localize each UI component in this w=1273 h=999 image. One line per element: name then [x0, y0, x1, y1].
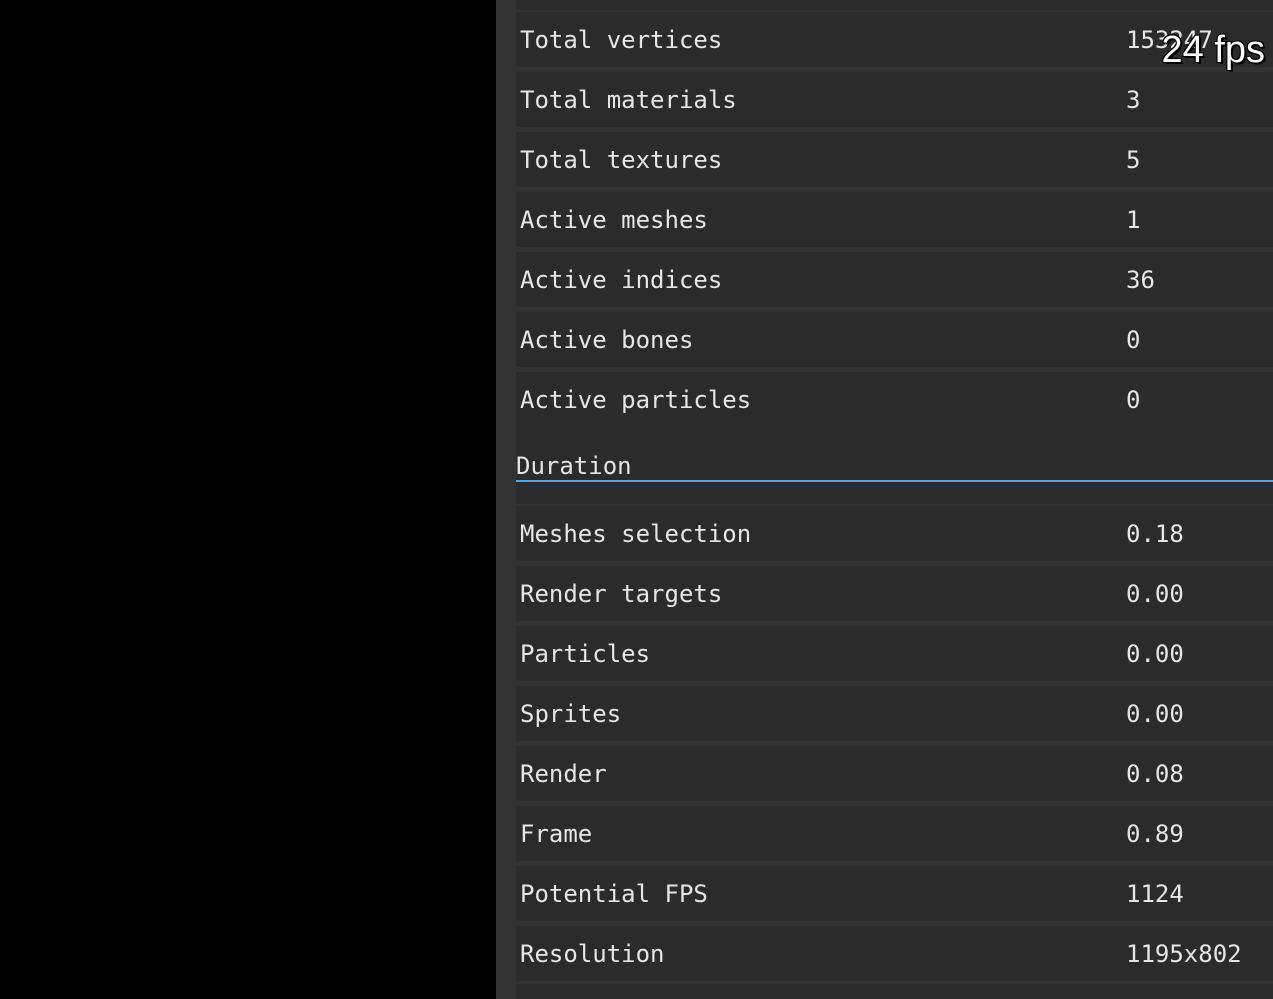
render-viewport[interactable]: [0, 0, 496, 999]
stat-label: Render targets: [520, 580, 723, 608]
stat-row-total-vertices: Total vertices 153247: [516, 12, 1273, 67]
stat-label: Resolution: [520, 940, 665, 968]
stat-row-resolution: Resolution 1195x802: [516, 926, 1273, 981]
stat-label: Sprites: [520, 700, 622, 728]
stat-row-particles: Particles 0.00: [516, 626, 1273, 681]
stat-row-active-indices: Active indices 36: [516, 252, 1273, 307]
stat-value: 5: [1126, 146, 1141, 174]
stat-row-render: Render 0.08: [516, 746, 1273, 801]
stat-row-sprites: Sprites 0.00: [516, 686, 1273, 741]
section-header-duration[interactable]: Duration: [516, 427, 1273, 482]
stat-value: 0.00: [1126, 640, 1184, 668]
row-divider-bottom: [516, 984, 1273, 999]
stat-value: 0.89: [1126, 820, 1184, 848]
stat-label: Particles: [520, 640, 651, 668]
stat-label: Render: [520, 760, 607, 788]
stat-value: 0.00: [1126, 700, 1184, 728]
stat-label: Active indices: [520, 266, 723, 294]
stat-value: 3: [1126, 86, 1141, 114]
stat-value: 36: [1126, 266, 1155, 294]
row-divider-top: [516, 0, 1273, 10]
stat-row-frame: Frame 0.89: [516, 806, 1273, 861]
stat-label: Total materials: [520, 86, 737, 114]
fps-counter: 24 fps: [1161, 29, 1265, 71]
stat-label: Active meshes: [520, 206, 708, 234]
stat-row-render-targets: Render targets 0.00: [516, 566, 1273, 621]
stat-label: Total textures: [520, 146, 723, 174]
stat-value: 0: [1126, 326, 1141, 354]
stat-value: 0.00: [1126, 580, 1184, 608]
stat-row-total-textures: Total textures 5: [516, 132, 1273, 187]
stat-label: Meshes selection: [520, 520, 752, 548]
section-spacer: [516, 482, 1273, 504]
section-title: Duration: [516, 452, 632, 480]
stat-row-meshes-selection: Meshes selection 0.18: [516, 506, 1273, 561]
stat-value: 1124: [1126, 880, 1184, 908]
stat-label: Potential FPS: [520, 880, 708, 908]
stat-value: 1: [1126, 206, 1141, 234]
stat-value: 0: [1126, 386, 1141, 414]
stat-value: 0.08: [1126, 760, 1184, 788]
stat-label: Total vertices: [520, 26, 723, 54]
stat-label: Active particles: [520, 386, 752, 414]
statistics-panel: Total vertices 153247 Total materials 3 …: [496, 0, 1273, 999]
stat-label: Active bones: [520, 326, 694, 354]
stat-value: 1195x802: [1126, 940, 1242, 968]
stat-row-active-particles: Active particles 0: [516, 372, 1273, 427]
stat-row-potential-fps: Potential FPS 1124: [516, 866, 1273, 921]
stat-row-active-bones: Active bones 0: [516, 312, 1273, 367]
stat-row-active-meshes: Active meshes 1: [516, 192, 1273, 247]
stat-label: Frame: [520, 820, 593, 848]
stat-row-total-materials: Total materials 3: [516, 72, 1273, 127]
stat-value: 0.18: [1126, 520, 1184, 548]
